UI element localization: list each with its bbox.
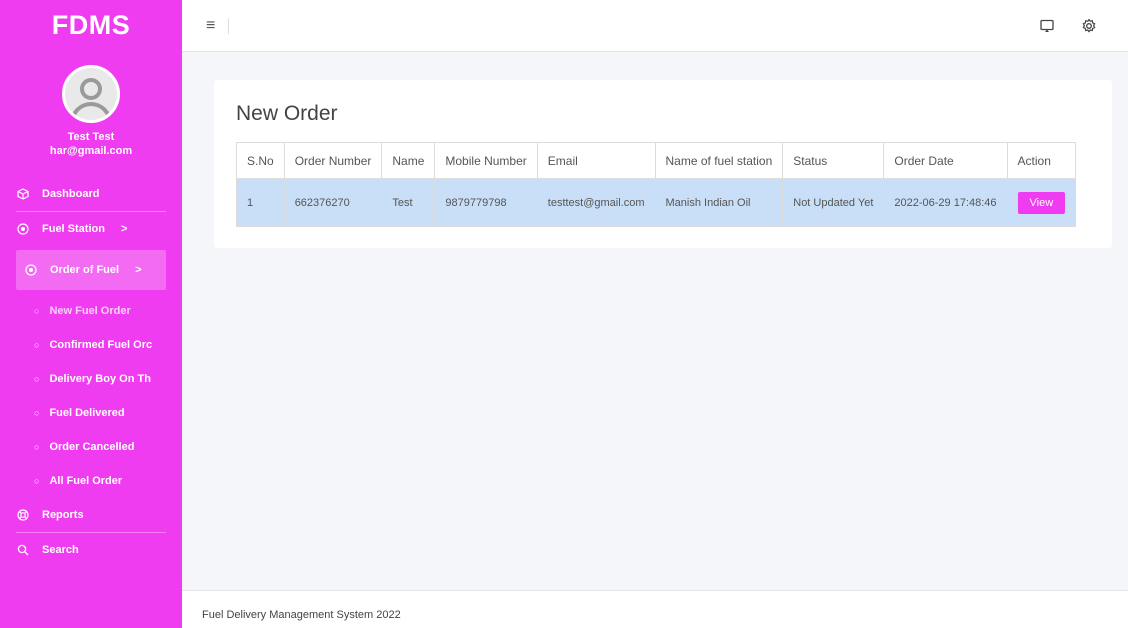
sidebar: FDMS Test Test har@gmail.com Dashboard F… xyxy=(0,0,182,628)
user-panel: Test Test har@gmail.com xyxy=(0,50,182,157)
subitem-label: Fuel Delivered xyxy=(49,407,125,419)
subitem-fuel-delivered[interactable]: ○ Fuel Delivered xyxy=(0,396,182,430)
sidebar-item-search[interactable]: Search xyxy=(16,533,166,567)
subitem-label: New Fuel Order xyxy=(49,305,131,317)
sidebar-item-label: Order of Fuel xyxy=(50,264,120,276)
sidebar-item-label: Search xyxy=(42,544,79,556)
subitem-label: All Fuel Order xyxy=(49,475,123,487)
cube-icon xyxy=(16,187,30,201)
sidebar-item-dashboard[interactable]: Dashboard xyxy=(16,177,166,211)
cell-name: Test xyxy=(381,178,436,227)
cell-sno: 1 xyxy=(236,178,285,227)
subitem-order-cancelled[interactable]: ○ Order Cancelled xyxy=(0,430,182,464)
footer-text: Fuel Delivery Management System 2022 xyxy=(202,609,401,621)
sidebar-item-label: Fuel Station xyxy=(42,223,105,235)
user-email: har@gmail.com xyxy=(49,145,133,157)
table-row: 1 662376270 Test 9879779798 testtest@gma… xyxy=(236,178,1077,227)
column-header: Action xyxy=(1006,142,1077,179)
sidebar-item-fuel-station[interactable]: Fuel Station > xyxy=(16,212,166,246)
page-title: New Order xyxy=(236,102,338,125)
column-header: Order Date xyxy=(883,142,1008,179)
column-header: Status xyxy=(782,142,885,179)
circle-icon: ○ xyxy=(34,374,40,384)
circle-icon: ○ xyxy=(34,442,40,452)
sidebar-item-reports[interactable]: Reports xyxy=(16,498,166,532)
new-order-card: New Order S.No Order Number Name Mobile … xyxy=(214,80,1112,248)
column-header: Name xyxy=(381,142,436,179)
circle-icon: ○ xyxy=(34,306,40,316)
view-button[interactable]: View xyxy=(1017,191,1066,214)
column-header: Name of fuel station xyxy=(654,142,784,179)
cell-email: testtest@gmail.com xyxy=(536,178,656,227)
circle-icon: ○ xyxy=(34,340,40,350)
cell-fuel-station: Manish Indian Oil xyxy=(654,178,784,227)
footer: Fuel Delivery Management System 2022 xyxy=(182,590,1128,628)
brand-logo[interactable]: FDMS xyxy=(0,0,182,50)
cell-order-number: 662376270 xyxy=(283,178,383,227)
column-header: Order Number xyxy=(283,142,383,179)
chevron-right-icon: > xyxy=(120,223,128,235)
cell-mobile: 9879779798 xyxy=(434,178,538,227)
table-header-row: S.No Order Number Name Mobile Number Ema… xyxy=(236,142,1077,179)
search-icon xyxy=(16,543,30,557)
target-icon xyxy=(16,222,30,236)
subitem-delivery-boy-on-the-way[interactable]: ○ Delivery Boy On Th xyxy=(0,362,182,396)
subitem-label: Confirmed Fuel Orc xyxy=(49,339,153,351)
column-header: Email xyxy=(536,142,656,179)
cast-icon[interactable] xyxy=(1038,17,1056,35)
user-name: Test Test xyxy=(67,131,115,143)
hamburger-icon[interactable]: ≡ xyxy=(206,17,215,35)
subitem-new-fuel-order[interactable]: ○ New Fuel Order xyxy=(0,294,182,328)
circle-icon: ○ xyxy=(34,408,40,418)
column-header: S.No xyxy=(236,142,285,179)
topbar: ≡ xyxy=(182,0,1128,52)
subitem-label: Order Cancelled xyxy=(49,441,135,453)
avatar[interactable] xyxy=(62,65,120,123)
sidebar-item-order-of-fuel[interactable]: Order of Fuel > xyxy=(16,250,166,290)
subitem-confirmed-fuel-order[interactable]: ○ Confirmed Fuel Orc xyxy=(0,328,182,362)
cell-status: Not Updated Yet xyxy=(782,178,885,227)
sidebar-nav: Dashboard Fuel Station > Order of Fuel >… xyxy=(0,177,182,567)
lifebuoy-icon xyxy=(16,508,30,522)
subitem-all-fuel-order[interactable]: ○ All Fuel Order xyxy=(0,464,182,498)
cell-action: View xyxy=(1006,178,1077,227)
target-icon xyxy=(24,263,38,277)
subitem-label: Delivery Boy On Th xyxy=(49,373,151,385)
circle-icon: ○ xyxy=(34,476,40,486)
gear-icon[interactable] xyxy=(1080,17,1098,35)
chevron-right-icon: > xyxy=(135,264,142,276)
orders-table: S.No Order Number Name Mobile Number Ema… xyxy=(236,142,1077,227)
sidebar-item-label: Reports xyxy=(42,509,84,521)
divider xyxy=(228,18,229,34)
cell-order-date: 2022-06-29 17:48:46 xyxy=(883,178,1008,227)
sidebar-item-label: Dashboard xyxy=(42,188,100,200)
column-header: Mobile Number xyxy=(434,142,538,179)
